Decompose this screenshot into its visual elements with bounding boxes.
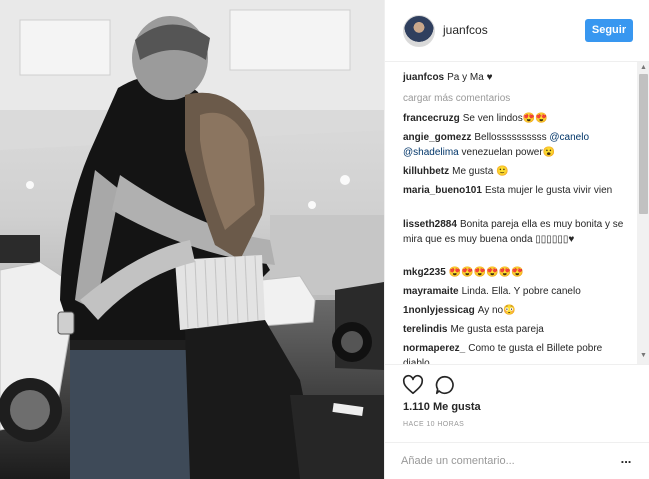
caption-username[interactable]: juanfcos (403, 72, 444, 83)
mention-link[interactable]: @canelo (549, 132, 589, 143)
avatar[interactable] (403, 15, 435, 47)
comment-item: terelindis Me gusta esta pareja (403, 322, 625, 337)
scrollbar-thumb[interactable] (639, 74, 648, 214)
comment-text: Se ven lindos😍😍 (462, 113, 548, 124)
post-side-panel: juanfcos Seguir juanfcos Pa y Ma ♥ cargar… (384, 0, 649, 479)
caption-text: Pa y Ma ♥ (447, 72, 493, 83)
likes-count[interactable]: 1.110 Me gusta (403, 401, 481, 413)
comment-username[interactable]: normaperez_ (403, 343, 465, 354)
comment-item: mkg2235 😍😍😍😍😍😍 (403, 265, 625, 280)
scroll-up-arrow-icon[interactable]: ▲ (637, 62, 649, 74)
comments-scrollbar[interactable]: ▲ ▼ (637, 62, 649, 364)
comment-username[interactable]: maria_bueno101 (403, 185, 482, 196)
comment-input[interactable] (401, 451, 601, 471)
comments-list: juanfcos Pa y Ma ♥ cargar más comentarios… (385, 62, 649, 364)
comment-username[interactable]: francecruzg (403, 113, 460, 124)
comment-text: Me gusta esta pareja (450, 324, 544, 335)
comment-bubble-icon[interactable] (434, 374, 456, 396)
comment-item: angie_gomezz Bellossssssssss @canelo @sha… (403, 130, 625, 160)
post-header: juanfcos Seguir (385, 0, 649, 62)
comment-username[interactable]: 1nonlyjessicag (403, 305, 475, 316)
comment-item: maria_bueno101 Esta mujer le gusta vivir … (403, 183, 625, 198)
comment-username[interactable]: killuhbetz (403, 166, 449, 177)
more-options-icon[interactable]: ... (617, 452, 635, 470)
comment-username[interactable]: angie_gomezz (403, 132, 471, 143)
comment-item: lisseth2884 Bonita pareja ella es muy bon… (403, 217, 625, 247)
mention-link[interactable]: @shadelima (403, 147, 459, 158)
photo-illustration (0, 0, 384, 479)
comment-username[interactable]: lisseth2884 (403, 219, 457, 230)
comment-item: normaperez_ Como te gusta el Billete pobr… (403, 341, 625, 364)
comment-item: killuhbetz Me gusta 🙂 (403, 164, 625, 179)
post-actions: 1.110 Me gusta HACE 10 HORAS (385, 364, 649, 442)
caption: juanfcos Pa y Ma ♥ (403, 70, 625, 85)
comment-username[interactable]: terelindis (403, 324, 447, 335)
comment-text: Bellossssssssss (474, 132, 547, 143)
comment-text: 😍😍😍😍😍😍 (448, 267, 524, 278)
load-more-comments-link[interactable]: cargar más comentarios (403, 93, 510, 104)
comment-text: Linda. Ella. Y pobre canelo (461, 286, 581, 297)
comment-item: francecruzg Se ven lindos😍😍 (403, 111, 625, 126)
comment-item: mayramaite Linda. Ella. Y pobre canelo (403, 284, 625, 299)
heart-icon[interactable] (402, 374, 424, 396)
comment-text: Esta mujer le gusta vivir vien (484, 185, 613, 196)
post-timestamp: HACE 10 HORAS (403, 421, 465, 428)
follow-button[interactable]: Seguir (585, 19, 633, 42)
comment-text: Ay no😳 (477, 305, 516, 316)
post-photo[interactable] (0, 0, 384, 479)
comment-username[interactable]: mkg2235 (403, 267, 446, 278)
post-author-username[interactable]: juanfcos (443, 23, 488, 37)
comment-text: venezuelan power😮 (461, 147, 556, 158)
comment-text: Me gusta 🙂 (452, 166, 509, 177)
comment-username[interactable]: mayramaite (403, 286, 459, 297)
scroll-down-arrow-icon[interactable]: ▼ (637, 350, 649, 362)
comment-item: 1nonlyjessicag Ay no😳 (403, 303, 625, 318)
add-comment-bar: ... (385, 442, 649, 479)
